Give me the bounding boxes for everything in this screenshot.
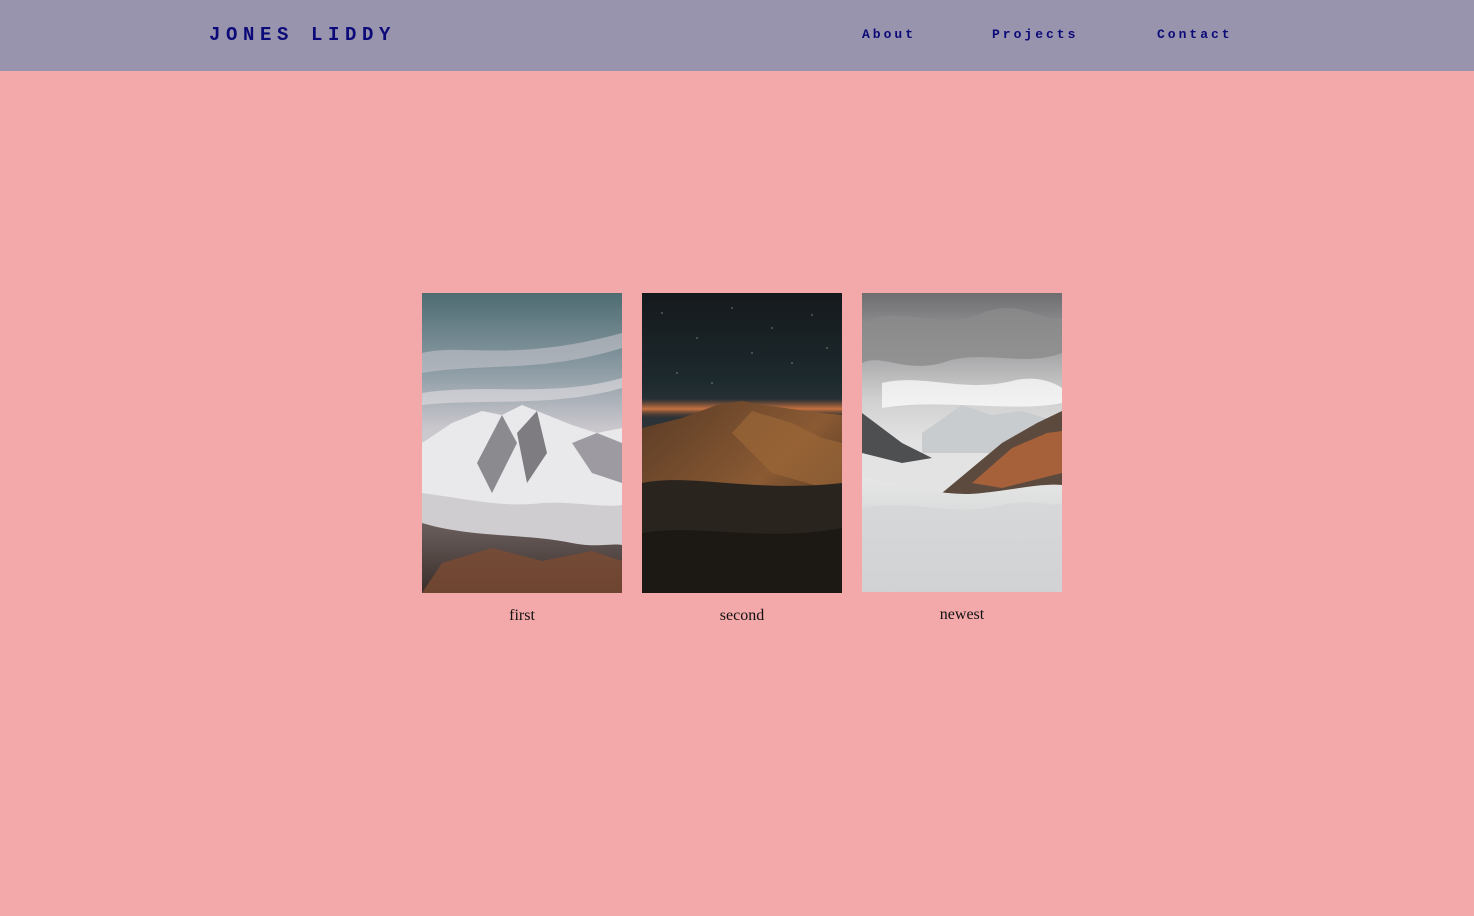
site-logo[interactable]: JONES LIDDY: [209, 24, 396, 46]
snowy-mountain-photo[interactable]: [422, 293, 622, 593]
gallery-caption: newest: [939, 606, 985, 623]
gallery-card-newest: newest: [862, 293, 1062, 625]
site-header: JONES LIDDY About Projects Contact: [0, 0, 1474, 71]
nav-projects-link[interactable]: Projects: [992, 27, 1078, 43]
gallery-caption: first: [509, 607, 535, 624]
nav-contact-link[interactable]: Contact: [1157, 27, 1233, 43]
night-mountain-photo[interactable]: [642, 293, 842, 593]
gallery-card-first: first: [422, 293, 622, 626]
nav-about-link[interactable]: About: [862, 27, 916, 43]
gallery-card-second: second: [642, 293, 842, 626]
foggy-mountain-photo[interactable]: [862, 293, 1062, 592]
gallery-caption: second: [719, 607, 765, 624]
